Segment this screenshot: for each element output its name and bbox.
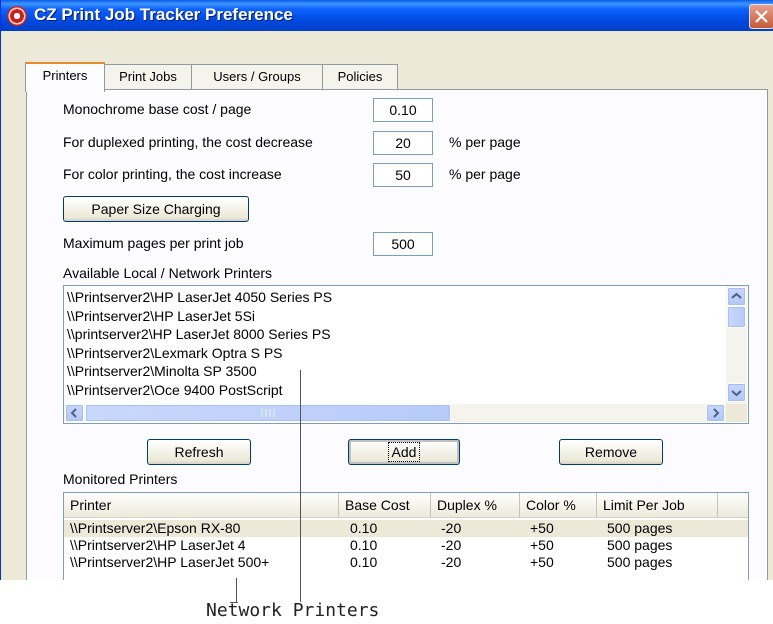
paper-size-charging-button[interactable]: Paper Size Charging [63, 196, 249, 222]
tab-print-jobs[interactable]: Print Jobs [104, 64, 192, 89]
color-increase-input[interactable]: 50 [373, 163, 433, 187]
chevron-right-icon [713, 408, 720, 418]
callout-leader-line [236, 578, 237, 602]
horizontal-scrollbar[interactable] [64, 404, 726, 422]
max-pages-input[interactable]: 500 [373, 232, 433, 256]
chevron-up-icon [731, 292, 742, 299]
refresh-button[interactable]: Refresh [147, 439, 251, 465]
scrollbar-corner [726, 404, 747, 422]
table-header: Printer Base Cost Duplex % Color % Limit… [64, 493, 748, 518]
chevron-left-icon [70, 408, 77, 418]
chevron-down-icon [731, 390, 742, 397]
add-button-label: Add [387, 442, 421, 462]
mono-cost-input[interactable]: 0.10 [373, 98, 433, 122]
base-cost-cell: 0.10 [350, 537, 378, 553]
limit-cell: 500 pages [607, 520, 673, 536]
monitored-printers-table[interactable]: Printer Base Cost Duplex % Color % Limit… [63, 492, 749, 580]
max-pages-label: Maximum pages per print job [63, 235, 244, 251]
base-cost-cell: 0.10 [350, 520, 378, 536]
duplex-cell: -20 [441, 554, 462, 570]
limit-cell: 500 pages [607, 554, 673, 570]
color-unit-label: % per page [449, 166, 521, 182]
horizontal-scroll-thumb[interactable] [85, 404, 451, 422]
duplex-unit-label: % per page [449, 134, 521, 150]
callout-leader-line [300, 370, 301, 602]
list-item[interactable]: \\Printserver2\Minolta SP 3500 [67, 362, 717, 381]
printer-cell: \\Printserver2\HP LaserJet 500+ [70, 554, 270, 570]
column-header-printer[interactable]: Printer [64, 493, 339, 517]
window-title: CZ Print Job Tracker Preference [34, 5, 293, 24]
network-printers-annotation: Network Printers [206, 600, 380, 621]
table-row[interactable]: \\Printserver2\HP LaserJet 500+ 0.10 -20… [64, 554, 748, 571]
scroll-left-button[interactable] [65, 404, 84, 422]
base-cost-cell: 0.10 [350, 554, 378, 570]
preference-dialog: CZ Print Job Tracker Preference Printers… [0, 0, 773, 580]
column-header-limit[interactable]: Limit Per Job [597, 493, 718, 517]
column-header-color[interactable]: Color % [520, 493, 597, 517]
app-logo-icon [7, 6, 27, 26]
list-item[interactable]: \\Printserver2\Oce 9400 PostScript [67, 381, 717, 400]
monitored-printers-label: Monitored Printers [63, 471, 178, 487]
color-cell: +50 [530, 520, 554, 536]
tab-policies[interactable]: Policies [322, 64, 398, 89]
available-printers-list[interactable]: \\Printserver2\HP LaserJet 4050 Series P… [63, 285, 749, 424]
color-cell: +50 [530, 537, 554, 553]
tab-printers[interactable]: Printers [25, 62, 105, 92]
scroll-right-button[interactable] [706, 404, 725, 422]
color-cell: +50 [530, 554, 554, 570]
printer-cell: \\Printserver2\Epson RX-80 [70, 520, 241, 536]
list-item[interactable]: \\Printserver2\HP LaserJet 4050 Series P… [67, 288, 717, 307]
list-item[interactable]: \\Printserver2\HP LaserJet 5Si [67, 307, 717, 326]
table-row[interactable]: \\Printserver2\Epson RX-80 0.10 -20 +50 … [64, 520, 748, 537]
duplex-decrease-input[interactable]: 20 [373, 131, 433, 155]
tab-users-groups[interactable]: Users / Groups [191, 64, 323, 89]
list-item[interactable]: \\printserver2\HP LaserJet 8000 Series P… [67, 325, 717, 344]
scroll-down-button[interactable] [727, 383, 746, 402]
remove-button[interactable]: Remove [559, 439, 663, 465]
vertical-scroll-thumb[interactable] [727, 306, 746, 328]
grip-icon [261, 409, 275, 417]
column-header-duplex[interactable]: Duplex % [431, 493, 520, 517]
duplex-cell: -20 [441, 537, 462, 553]
close-button[interactable] [749, 4, 773, 29]
add-button[interactable]: Add [348, 439, 460, 465]
available-printers-label: Available Local / Network Printers [63, 265, 273, 281]
column-header-base-cost[interactable]: Base Cost [339, 493, 431, 517]
close-icon [755, 10, 768, 23]
limit-cell: 500 pages [607, 537, 673, 553]
duplex-cost-label: For duplexed printing, the cost decrease [63, 134, 313, 150]
table-row[interactable]: \\Printserver2\HP LaserJet 4 0.10 -20 +5… [64, 537, 748, 554]
color-cost-label: For color printing, the cost increase [63, 166, 282, 182]
mono-cost-label: Monochrome base cost / page [63, 101, 252, 117]
printer-cell: \\Printserver2\HP LaserJet 4 [70, 537, 246, 553]
vertical-scrollbar[interactable] [726, 286, 747, 404]
duplex-cell: -20 [441, 520, 462, 536]
scroll-up-button[interactable] [727, 287, 746, 306]
title-bar[interactable]: CZ Print Job Tracker Preference [1, 0, 773, 31]
list-item[interactable]: \\Printserver2\Lexmark Optra S PS [67, 344, 717, 363]
